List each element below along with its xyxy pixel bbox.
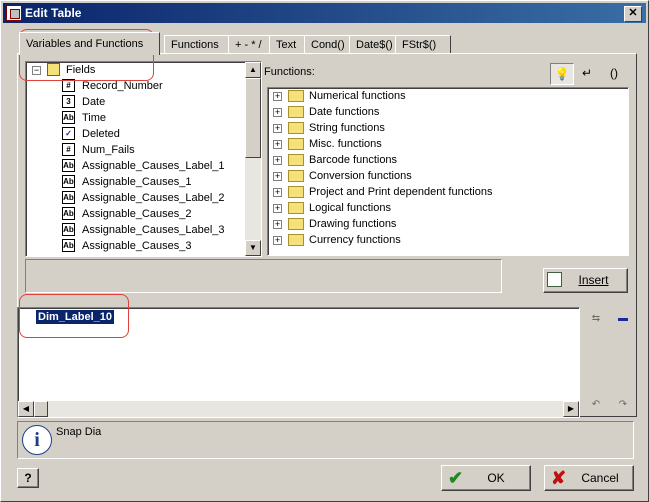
lightbulb-icon[interactable]: 💡: [550, 63, 574, 85]
table-icon: [47, 63, 60, 76]
folder-icon: [288, 90, 304, 102]
app-icon: [6, 5, 22, 21]
variables-tree[interactable]: − Fields # Record_Number 3 Date Ab Time ✓ De…: [25, 61, 262, 257]
folder-icon: [288, 138, 304, 150]
info-icon: i: [22, 425, 52, 455]
ok-button-label: OK: [487, 471, 505, 485]
function-category-label: Drawing functions: [309, 218, 397, 230]
folder-icon: [288, 122, 304, 134]
text-field-icon: Ab: [62, 191, 75, 204]
function-category-label: Project and Print dependent functions: [309, 186, 493, 198]
scroll-thumb[interactable]: [34, 401, 48, 417]
tree-item-label: Deleted: [82, 128, 120, 140]
expand-icon[interactable]: +: [273, 140, 282, 149]
tab-functions[interactable]: Functions: [164, 35, 236, 54]
tree-scrollbar[interactable]: ▲ ▼: [245, 62, 261, 256]
function-category-label: Currency functions: [309, 234, 401, 246]
return-icon[interactable]: ↵: [576, 63, 598, 83]
cancel-x-icon: ✘: [551, 468, 567, 488]
wrap-icon[interactable]: ⇆: [587, 312, 605, 326]
tree-root-label: Fields: [66, 64, 96, 76]
expression-editor[interactable]: Dim_Label_10 ◀ ▶: [17, 307, 580, 418]
function-category-label: Misc. functions: [309, 138, 382, 150]
expand-icon[interactable]: +: [273, 236, 282, 245]
functions-tree[interactable]: + Numerical functions + Date functions + St…: [267, 87, 629, 256]
expand-icon[interactable]: +: [273, 108, 282, 117]
expand-icon[interactable]: +: [273, 156, 282, 165]
expand-icon[interactable]: +: [273, 188, 282, 197]
tree-item-label: Assignable_Causes_2: [82, 208, 192, 220]
folder-icon: [288, 234, 304, 246]
folder-icon: [288, 202, 304, 214]
expand-icon[interactable]: +: [273, 204, 282, 213]
function-category-label: Numerical functions: [309, 90, 406, 102]
scroll-down-icon[interactable]: ▼: [245, 240, 261, 256]
scroll-left-icon[interactable]: ◀: [18, 401, 34, 417]
functions-label: Functions:: [264, 66, 315, 78]
expand-icon[interactable]: +: [273, 92, 282, 101]
window-title: Edit Table: [25, 6, 82, 20]
text-field-icon: Ab: [62, 223, 75, 236]
tree-item-label: Date: [82, 96, 106, 108]
number-field-icon: #: [62, 79, 75, 92]
scroll-thumb[interactable]: [245, 78, 261, 158]
folder-icon: [288, 170, 304, 182]
text-field-icon: Ab: [62, 207, 75, 220]
scroll-right-icon[interactable]: ▶: [563, 401, 579, 417]
keyboard-icon[interactable]: ▬: [614, 312, 632, 326]
cancel-button-label: Cancel: [581, 471, 619, 485]
parentheses-icon[interactable]: (): [603, 63, 625, 83]
tree-item-label: Assignable_Causes_Label_2: [82, 192, 225, 204]
selected-expression[interactable]: Dim_Label_10: [36, 310, 114, 324]
tree-item-label: Num_Fails: [82, 144, 135, 156]
tree-item-label: Assignable_Causes_Label_3: [82, 224, 225, 236]
insert-button[interactable]: Insert: [543, 268, 628, 293]
insert-icon: [547, 272, 562, 287]
undo-icon[interactable]: ↶: [587, 398, 605, 412]
tab-variables-and-functions[interactable]: Variables and Functions: [19, 32, 160, 55]
checkmark-icon: ✔: [448, 468, 464, 488]
info-panel: i Snap Dia: [17, 421, 634, 459]
tree-item-label: Record_Number: [82, 80, 163, 92]
expand-icon[interactable]: +: [273, 220, 282, 229]
redo-icon[interactable]: ↷: [614, 398, 632, 412]
ok-button[interactable]: ✔ OK: [441, 465, 531, 491]
folder-icon: [288, 106, 304, 118]
text-field-icon: Ab: [62, 239, 75, 252]
collapse-icon[interactable]: −: [32, 66, 41, 75]
folder-icon: [288, 218, 304, 230]
checkbox-field-icon: ✓: [62, 127, 75, 140]
info-text: Snap Dia: [56, 426, 102, 438]
tree-item-label: Assignable_Causes_3: [82, 240, 192, 252]
function-category-label: Conversion functions: [309, 170, 412, 182]
number-field-icon: #: [62, 143, 75, 156]
function-category-label: Barcode functions: [309, 154, 398, 166]
close-button[interactable]: ✕: [624, 6, 642, 22]
folder-icon: [288, 186, 304, 198]
insert-button-label: Insert: [578, 273, 609, 287]
description-area: [25, 259, 502, 293]
scroll-up-icon[interactable]: ▲: [245, 62, 261, 78]
function-category-label: Logical functions: [309, 202, 391, 214]
date-field-icon: 3: [62, 95, 75, 108]
function-category-label: Date functions: [309, 106, 380, 118]
help-button[interactable]: ?: [17, 468, 39, 488]
function-category-label: String functions: [309, 122, 385, 134]
folder-icon: [288, 154, 304, 166]
cancel-button[interactable]: ✘ Cancel: [544, 465, 634, 491]
title-bar[interactable]: Edit Table ✕: [3, 3, 646, 23]
expand-icon[interactable]: +: [273, 124, 282, 133]
text-field-icon: Ab: [62, 111, 75, 124]
tree-item-label: Assignable_Causes_Label_1: [82, 160, 225, 172]
tab-fstr[interactable]: FStr$(): [395, 35, 451, 54]
editor-scrollbar[interactable]: ◀ ▶: [18, 401, 579, 417]
edit-table-dialog: Edit Table ✕ Variables and Functions Fun…: [0, 0, 649, 502]
tree-item-label: Assignable_Causes_1: [82, 176, 192, 188]
expand-icon[interactable]: +: [273, 172, 282, 181]
tree-item-label: Time: [82, 112, 107, 124]
text-field-icon: Ab: [62, 175, 75, 188]
text-field-icon: Ab: [62, 159, 75, 172]
